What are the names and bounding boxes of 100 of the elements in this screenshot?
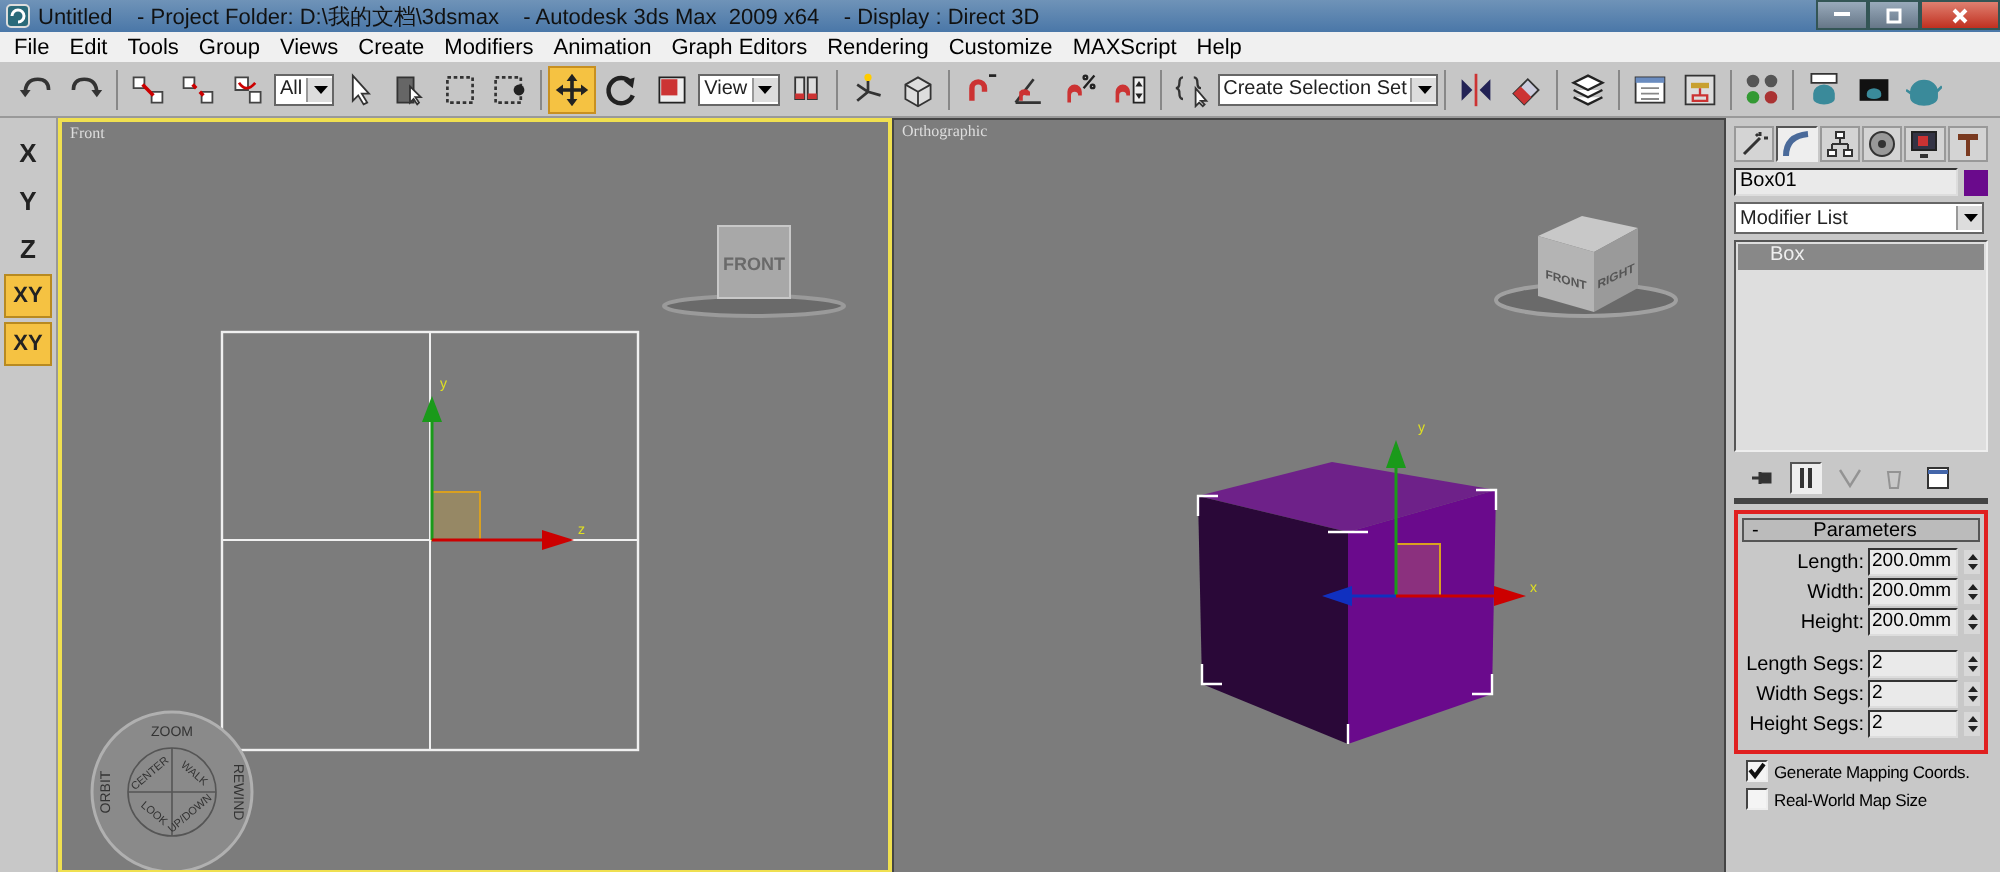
axis-button[interactable]: Y — [4, 178, 52, 222]
layers-icon — [1570, 71, 1607, 107]
object-name-field[interactable]: Box01 — [1734, 168, 1958, 196]
spinner-control[interactable] — [1964, 610, 1980, 634]
viewcube-ring[interactable] — [662, 294, 846, 318]
material-spheres-icon — [1744, 71, 1781, 107]
window-title: Untitled - Project Folder: D:\我的文档\3dsmax - Autodesk 3ds Max 2009 x64 - Display : Direct 3D — [38, 3, 1042, 31]
minimize-icon — [1834, 12, 1850, 18]
panel-tab[interactable] — [1947, 126, 1988, 162]
axis-button[interactable]: X — [4, 130, 52, 174]
monitor-icon — [1910, 130, 1939, 158]
object-color-swatch[interactable] — [1964, 169, 1988, 195]
viewcube[interactable] — [1538, 216, 1638, 312]
modifier-list-dropdown[interactable]: Modifier List — [1734, 202, 1984, 234]
panel-tab[interactable] — [1734, 126, 1775, 162]
box-icon — [899, 71, 936, 107]
viewcube[interactable] — [717, 225, 791, 299]
spinner-arrows-icon — [1967, 552, 1977, 572]
schematic-icon — [1682, 71, 1719, 107]
dropdown[interactable]: View — [698, 73, 780, 105]
checkbox-label[interactable]: Real-World Map Size — [1774, 789, 1927, 809]
braces-icon — [1173, 71, 1210, 107]
stack-button[interactable] — [1922, 462, 1954, 494]
axis-button[interactable]: XY — [4, 322, 52, 366]
rectangle-selection-icon — [442, 71, 479, 107]
axis-button[interactable]: XY — [4, 274, 52, 318]
menu-item[interactable]: Views — [269, 35, 349, 59]
move-icon — [554, 71, 591, 107]
maximize-button[interactable] — [1868, 0, 1920, 30]
spinner-control[interactable] — [1964, 652, 1980, 676]
scale-icon — [654, 71, 691, 107]
curve-editor-icon — [1632, 71, 1669, 107]
parameter-label: Width Segs: — [1756, 683, 1864, 705]
checkbox-label[interactable]: Generate Mapping Coords. — [1774, 761, 1970, 781]
hammer-icon — [1953, 130, 1982, 158]
teapot-window-icon — [1806, 71, 1843, 107]
spinner-arrows-icon — [1967, 612, 1977, 632]
configure-icon — [1926, 466, 1950, 490]
parameter-field[interactable]: 2 — [1868, 680, 1958, 708]
menu-item[interactable]: File — [4, 35, 60, 59]
parameter-field[interactable]: 200.0mm — [1868, 608, 1958, 636]
parameter-label: Length: — [1797, 551, 1864, 573]
panel-tab[interactable] — [1776, 126, 1818, 162]
dropdown[interactable]: All — [274, 73, 335, 105]
caret-icon — [758, 85, 773, 93]
spinner-arrows-icon — [1967, 714, 1977, 734]
menu-item[interactable]: Customize — [938, 35, 1063, 59]
menu-item[interactable]: Rendering — [817, 35, 939, 59]
menu-item[interactable]: Help — [1186, 35, 1252, 59]
parameter-label: Length Segs: — [1746, 653, 1864, 675]
parameter-label: Width: — [1807, 581, 1864, 603]
checkbox[interactable] — [1746, 760, 1768, 782]
menu-item[interactable]: Graph Editors — [661, 35, 818, 59]
parameter-field[interactable]: 200.0mm — [1868, 578, 1958, 606]
spinner-arrows-icon — [1967, 684, 1977, 704]
menu-item[interactable]: Animation — [543, 35, 662, 59]
axis-button[interactable]: Z — [4, 226, 52, 270]
restore-icon — [1886, 7, 1902, 23]
bar-pair-icon — [1794, 466, 1818, 490]
menu-item[interactable]: Modifiers — [434, 35, 544, 59]
close-icon — [1952, 7, 1968, 23]
unlink-icon — [180, 71, 216, 107]
parameter-field[interactable]: 200.0mm — [1868, 548, 1958, 576]
menu-item[interactable]: Tools — [117, 35, 189, 59]
spinner-snap-icon — [1111, 71, 1148, 107]
menu-item[interactable]: MAXScript — [1062, 35, 1187, 59]
spinner-control[interactable] — [1964, 682, 1980, 706]
percent-snap-icon — [1061, 71, 1098, 107]
fork-icon — [1838, 466, 1862, 490]
pin-icon — [1750, 466, 1774, 490]
minimize-button[interactable] — [1816, 0, 1868, 30]
wheel-icon — [1868, 130, 1897, 158]
stack-button[interactable] — [1790, 462, 1822, 494]
mirror-icon — [1458, 71, 1495, 107]
parameter-field[interactable]: 2 — [1868, 650, 1958, 678]
panel-tab[interactable] — [1904, 126, 1946, 162]
trash-can-icon — [1882, 466, 1906, 490]
menu-item[interactable]: Group — [188, 35, 270, 59]
spinner-control[interactable] — [1964, 712, 1980, 736]
rollout-header[interactable]: - Parameters — [1742, 518, 1980, 542]
menu-item[interactable]: Edit — [59, 35, 118, 59]
dropdown[interactable]: Create Selection Set — [1217, 73, 1439, 105]
parameter-label: Height: — [1800, 611, 1864, 633]
close-button[interactable] — [1920, 0, 2000, 30]
checkbox[interactable] — [1746, 788, 1768, 810]
caret-icon — [1417, 85, 1432, 93]
panel-tab[interactable] — [1861, 126, 1903, 162]
spinner-control[interactable] — [1964, 580, 1980, 604]
bind-icon — [230, 71, 266, 107]
bent-pipe-icon — [1782, 130, 1811, 158]
spinner-control[interactable] — [1964, 550, 1980, 574]
checkmark-icon — [1748, 762, 1766, 780]
steering-wheel[interactable] — [90, 710, 254, 870]
toolbar-button[interactable] — [548, 65, 597, 113]
app-icon — [6, 4, 30, 28]
link-icon — [130, 71, 166, 107]
caret-icon — [313, 85, 328, 93]
panel-tab[interactable] — [1819, 126, 1860, 162]
parameter-field[interactable]: 2 — [1868, 710, 1958, 738]
menu-item[interactable]: Create — [348, 35, 435, 59]
